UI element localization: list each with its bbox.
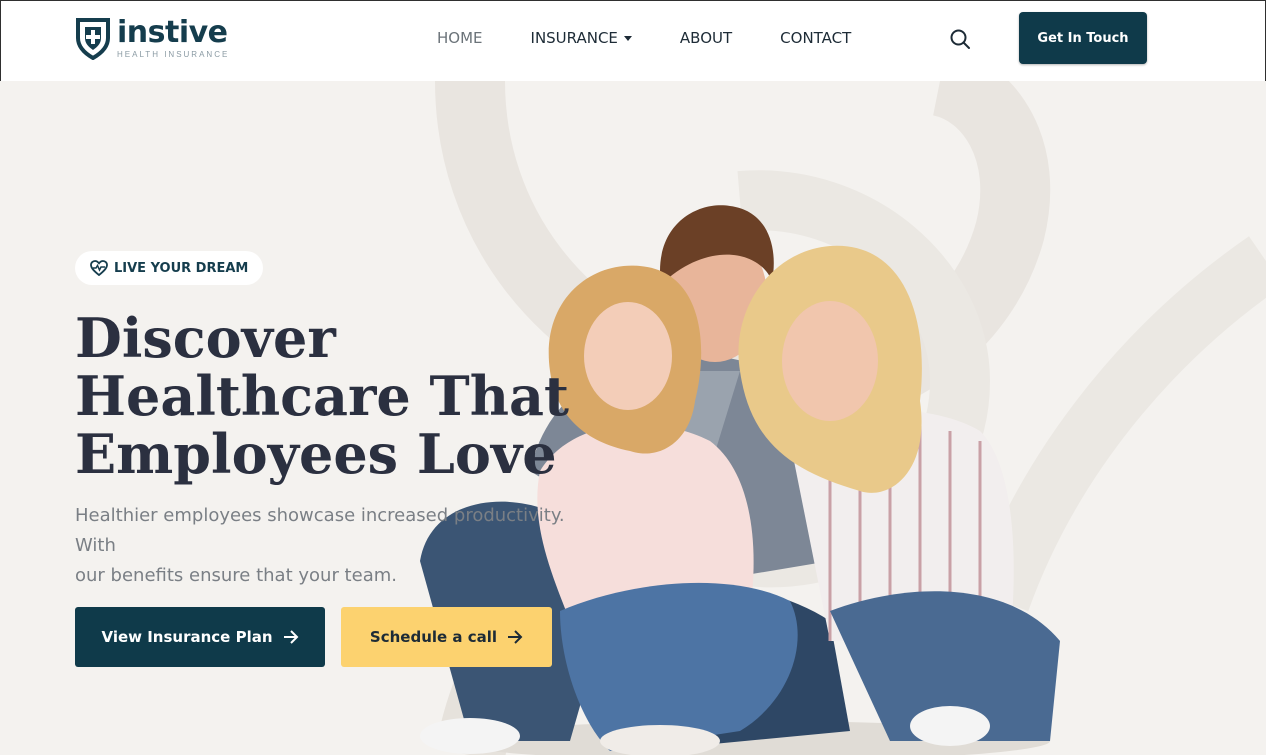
- hero-headline: Discover Healthcare That Employees Love: [75, 309, 595, 483]
- nav-label: CONTACT: [780, 29, 852, 47]
- nav-label: HOME: [437, 29, 483, 47]
- nav-item-contact[interactable]: CONTACT: [780, 29, 851, 47]
- arrow-right-icon: [508, 630, 523, 644]
- arrow-right-icon: [283, 630, 298, 644]
- hero-badge: LIVE YOUR DREAM: [75, 251, 264, 285]
- hero-section: LIVE YOUR DREAM Discover Healthcare That…: [0, 81, 1266, 755]
- brand-name: instive: [117, 14, 228, 50]
- caret-down-icon: [623, 35, 632, 41]
- schedule-call-button[interactable]: Schedule a call: [341, 607, 552, 667]
- shield-cross-icon: [76, 18, 110, 60]
- nav-label: ABOUT: [679, 29, 733, 47]
- nav-label: INSURANCE: [530, 29, 618, 47]
- main-nav: HOME INSURANCE ABOUT CONTACT: [437, 29, 899, 47]
- subtext-line: our benefits ensure that your team.: [75, 565, 397, 586]
- hero-subtext: Healthier employees showcase increased p…: [75, 501, 605, 591]
- nav-item-insurance[interactable]: INSURANCE: [531, 29, 632, 47]
- headline-line: Employees Love: [75, 422, 557, 486]
- brand-logo[interactable]: instive HEALTH INSURANCE: [75, 16, 229, 60]
- headline-line: Healthcare That: [75, 364, 569, 428]
- headline-line: Discover: [75, 306, 336, 370]
- view-insurance-plan-button[interactable]: View Insurance Plan: [75, 607, 325, 667]
- search-icon[interactable]: [948, 27, 972, 51]
- button-label: Schedule a call: [369, 628, 498, 646]
- site-header: instive HEALTH INSURANCE HOME INSURANCE …: [0, 0, 1266, 81]
- nav-item-about[interactable]: ABOUT: [680, 29, 732, 47]
- badge-label: LIVE YOUR DREAM: [114, 260, 249, 276]
- nav-item-home[interactable]: HOME: [437, 29, 483, 47]
- get-in-touch-button[interactable]: Get In Touch: [1019, 12, 1147, 64]
- subtext-line: Healthier employees showcase increased p…: [75, 505, 565, 556]
- brand-tagline: HEALTH INSURANCE: [117, 49, 230, 59]
- heartbeat-icon: [90, 260, 108, 276]
- button-label: View Insurance Plan: [101, 628, 273, 646]
